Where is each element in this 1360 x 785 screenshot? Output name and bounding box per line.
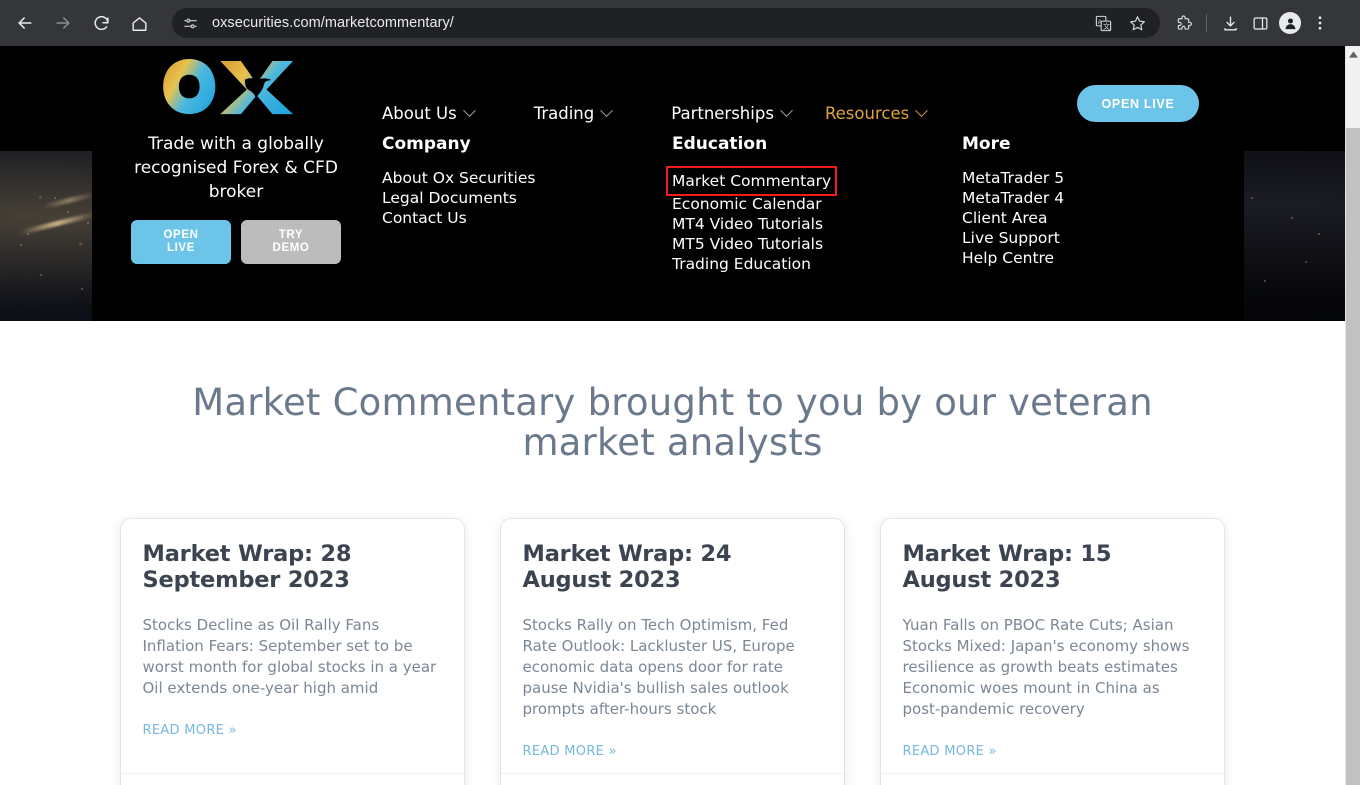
- menu-link-economic-calendar[interactable]: Economic Calendar: [672, 194, 822, 214]
- card-body: Market Wrap: 28 September 2023 Stocks De…: [121, 519, 464, 773]
- chevron-down-icon: [462, 104, 476, 118]
- menu-link-help-centre[interactable]: Help Centre: [962, 248, 1054, 268]
- back-arrow-icon: [15, 13, 35, 33]
- card-title: Market Wrap: 15 August 2023: [902, 541, 1112, 593]
- open-live-header-button[interactable]: OPEN LIVE: [1077, 85, 1199, 122]
- forward-button[interactable]: [44, 4, 82, 42]
- menu-link-trading-education[interactable]: Trading Education: [672, 254, 811, 274]
- card-excerpt: Stocks Decline as Oil Rally Fans Inflati…: [142, 616, 437, 697]
- try-demo-button[interactable]: TRY DEMO: [241, 220, 341, 264]
- omnibox-actions: 文A: [1090, 10, 1152, 36]
- scroll-up-arrow-icon[interactable]: [1346, 46, 1360, 62]
- article-card[interactable]: Market Wrap: 15 August 2023 Yuan Falls o…: [880, 519, 1224, 785]
- menu-link-legal-documents[interactable]: Legal Documents: [382, 188, 517, 208]
- nav-item-label: Partnerships: [671, 104, 774, 123]
- home-button[interactable]: [120, 4, 158, 42]
- article-card[interactable]: Market Wrap: 24 August 2023 Stocks Rally…: [500, 519, 844, 785]
- nav-item-about-us[interactable]: About Us: [382, 104, 476, 123]
- back-button[interactable]: [6, 4, 44, 42]
- nav-item-resources[interactable]: Resources: [824, 104, 929, 123]
- menu-link-live-support[interactable]: Live Support: [962, 228, 1060, 248]
- download-icon[interactable]: [1217, 10, 1243, 36]
- card-footer: August 24, 2023 · No Comments: [500, 773, 844, 785]
- chevron-down-icon: [780, 104, 793, 118]
- nav-item-label: Trading: [533, 104, 595, 123]
- column-heading: More: [962, 134, 1011, 154]
- url-text: oxsecurities.com/marketcommentary/: [212, 15, 454, 31]
- scrollbar-thumb[interactable]: [1346, 128, 1360, 785]
- nav-item-trading[interactable]: Trading: [533, 104, 614, 123]
- read-more-link[interactable]: READ MORE »: [523, 744, 617, 759]
- address-bar[interactable]: oxsecurities.com/marketcommentary/ 文A: [172, 8, 1160, 38]
- brand-block: Trade with a globally recognised Forex &…: [112, 58, 360, 264]
- mega-menu-column-company: Company About Ox Securities Legal Docume…: [382, 134, 672, 274]
- card-excerpt: Stocks Rally on Tech Optimism, Fed Rate …: [522, 616, 795, 718]
- chevron-down-icon: [915, 104, 929, 118]
- profile-avatar-icon[interactable]: [1277, 10, 1303, 36]
- nav-item-label: About Us: [382, 104, 457, 123]
- mega-menu-panel: Trade with a globally recognised Forex &…: [92, 46, 1244, 321]
- primary-navigation: About Us Trading Partnerships Resources: [382, 104, 929, 123]
- menu-link-mt5-video-tutorials[interactable]: MT5 Video Tutorials: [672, 234, 823, 254]
- page-viewport: Trade with a globally recognised Forex &…: [0, 46, 1345, 785]
- read-more-link[interactable]: READ MORE »: [903, 744, 997, 759]
- nav-item-partnerships[interactable]: Partnerships: [671, 104, 793, 123]
- menu-link-mt4-video-tutorials[interactable]: MT4 Video Tutorials: [672, 214, 823, 234]
- card-footer: September 28, 2023 · No Comments: [120, 773, 464, 785]
- navigation-buttons: [0, 4, 158, 42]
- article-card-grid: Market Wrap: 28 September 2023 Stocks De…: [120, 519, 1225, 785]
- forward-arrow-icon: [53, 13, 73, 33]
- card-title: Market Wrap: 28 September 2023: [142, 541, 352, 593]
- article-card[interactable]: Market Wrap: 28 September 2023 Stocks De…: [120, 519, 464, 785]
- toolbar-divider: [1206, 14, 1207, 32]
- column-links: Market Commentary Economic Calendar MT4 …: [665, 166, 962, 274]
- translate-icon[interactable]: 文A: [1090, 10, 1116, 36]
- column-heading: Education: [672, 134, 768, 154]
- column-links: About Ox Securities Legal Documents Cont…: [382, 168, 672, 228]
- brand-cta-buttons: OPEN LIVE TRY DEMO: [112, 220, 360, 264]
- card-footer: August 15, 2023 · No Comments: [880, 773, 1224, 785]
- reload-button[interactable]: [82, 4, 120, 42]
- browser-toolbar: oxsecurities.com/marketcommentary/ 文A: [0, 0, 1360, 46]
- site-settings-icon[interactable]: [178, 11, 202, 35]
- menu-link-client-area[interactable]: Client Area: [962, 208, 1047, 228]
- column-heading: Company: [382, 134, 471, 154]
- mega-menu-column-more: More MetaTrader 5 MetaTrader 4 Client Ar…: [962, 134, 1212, 274]
- menu-link-metatrader-4[interactable]: MetaTrader 4: [962, 188, 1064, 208]
- column-links: MetaTrader 5 MetaTrader 4 Client Area Li…: [962, 168, 1212, 268]
- card-title: Market Wrap: 24 August 2023: [522, 541, 732, 593]
- svg-text:文: 文: [1103, 22, 1110, 31]
- main-content: Market Commentary brought to you by our …: [0, 321, 1345, 785]
- star-bookmark-icon[interactable]: [1124, 10, 1150, 36]
- nav-item-label: Resources: [824, 104, 910, 123]
- ox-securities-logo[interactable]: [162, 58, 310, 120]
- brand-tagline: Trade with a globally recognised Forex &…: [134, 134, 338, 202]
- vertical-scrollbar[interactable]: [1345, 46, 1360, 785]
- three-dot-menu-icon[interactable]: [1307, 10, 1333, 36]
- reload-icon: [92, 14, 111, 33]
- side-panel-icon[interactable]: [1247, 10, 1273, 36]
- chevron-down-icon: [600, 104, 614, 118]
- card-excerpt: Yuan Falls on PBOC Rate Cuts; Asian Stoc…: [902, 616, 1190, 718]
- mega-menu-column-education: Education Market Commentary Economic Cal…: [665, 134, 962, 274]
- menu-link-contact-us[interactable]: Contact Us: [382, 208, 467, 228]
- browser-toolbar-right: [1170, 10, 1333, 36]
- menu-link-about-ox-securities[interactable]: About Ox Securities: [382, 168, 535, 188]
- menu-link-metatrader-5[interactable]: MetaTrader 5: [962, 168, 1064, 188]
- card-body: Market Wrap: 15 August 2023 Yuan Falls o…: [881, 519, 1224, 773]
- card-body: Market Wrap: 24 August 2023 Stocks Rally…: [501, 519, 844, 773]
- mega-menu-columns: Company About Ox Securities Legal Docume…: [382, 134, 1212, 274]
- menu-link-market-commentary[interactable]: Market Commentary: [665, 166, 838, 196]
- home-icon: [130, 14, 149, 33]
- read-more-link[interactable]: READ MORE »: [143, 723, 237, 738]
- extensions-puzzle-icon[interactable]: [1170, 10, 1196, 36]
- page-title: Market Commentary brought to you by our …: [192, 381, 1153, 464]
- open-live-button[interactable]: OPEN LIVE: [131, 220, 231, 264]
